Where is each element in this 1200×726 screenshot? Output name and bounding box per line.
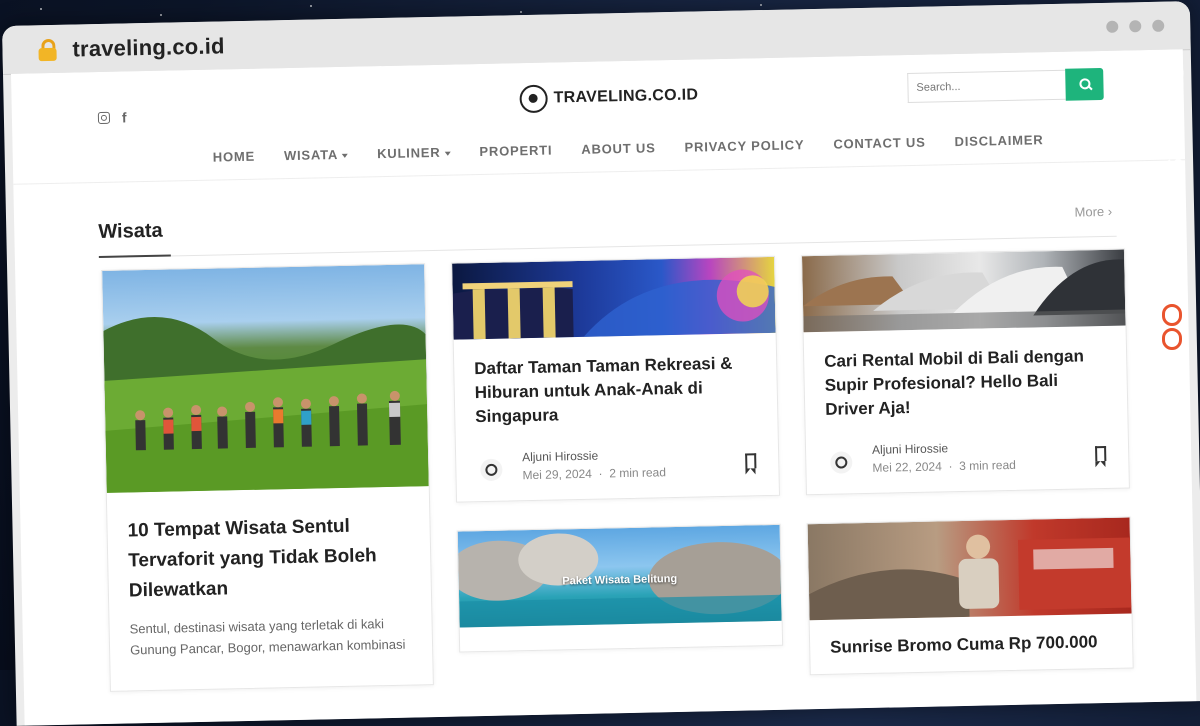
- search-icon: [1079, 78, 1091, 90]
- post-card[interactable]: Sunrise Bromo Cuma Rp 700.000: [806, 516, 1134, 676]
- read-time: 3 min read: [959, 457, 1016, 474]
- nav-item-home[interactable]: HOME: [213, 149, 256, 165]
- site-logo[interactable]: TRAVELING.CO.ID: [519, 81, 699, 114]
- star: [160, 14, 162, 16]
- nav-item-contact-us[interactable]: CONTACT US: [833, 135, 926, 152]
- logo-mark-icon: [519, 84, 548, 114]
- nav-item-kuliner[interactable]: KULINER: [376, 144, 451, 162]
- social-links: f: [97, 109, 127, 126]
- post-card[interactable]: Daftar Taman Taman Rekreasi & Hiburan un…: [451, 255, 781, 503]
- post-thumbnail[interactable]: Paket Wisata Belitung: [457, 524, 782, 628]
- author-avatar[interactable]: [480, 458, 503, 482]
- guestpostlinks-watermark: GUESTPOSTLINKS: [1158, 58, 1194, 358]
- watermark-text: GUESTPOSTLINKS: [1161, 64, 1190, 301]
- lock-icon: [38, 38, 57, 62]
- post-card[interactable]: Cari Rental Mobil di Bali dengan Supir P…: [800, 248, 1130, 496]
- post-meta: Aljuni Hirossie Mei 22, 2024 · 3 min rea…: [806, 434, 1129, 491]
- window-dot-icon[interactable]: [1106, 20, 1119, 33]
- post-date: Mei 22, 2024: [872, 459, 942, 475]
- search-input[interactable]: [907, 69, 1066, 104]
- search-form: [907, 67, 1104, 104]
- post-meta: Aljuni Hirossie Mei 29, 2024 · 2 min rea…: [456, 441, 779, 498]
- nav-label: WISATA: [283, 146, 339, 164]
- post-thumbnail[interactable]: [807, 517, 1132, 621]
- post-title[interactable]: 10 Tempat Wisata Sentul Tervaforit yang …: [107, 510, 431, 607]
- nav-label: ABOUT US: [581, 140, 656, 157]
- rice-field-illustration: [103, 317, 429, 493]
- star: [310, 5, 312, 7]
- star: [520, 11, 522, 13]
- singapore-night-illustration: [452, 269, 776, 340]
- featured-post-card[interactable]: 10 Tempat Wisata Sentul Tervaforit yang …: [101, 263, 434, 692]
- facebook-icon[interactable]: f: [122, 109, 127, 125]
- nav-item-disclaimer[interactable]: DISCLAIMER: [954, 132, 1043, 149]
- section-title: Wisata: [98, 219, 163, 244]
- nav-item-properti[interactable]: PROPERTI: [479, 143, 552, 160]
- chevron-right-icon: ›: [1107, 203, 1113, 219]
- chevron-down-icon: [342, 153, 349, 158]
- nav-item-about-us[interactable]: ABOUT US: [581, 140, 656, 157]
- post-title[interactable]: Daftar Taman Taman Rekreasi & Hiburan un…: [454, 351, 777, 430]
- window-controls: [1106, 19, 1165, 33]
- window-dot-icon[interactable]: [1152, 19, 1165, 32]
- featured-post-image[interactable]: [102, 264, 429, 493]
- window-dot-icon[interactable]: [1129, 20, 1142, 33]
- search-button[interactable]: [1065, 67, 1104, 101]
- instagram-icon[interactable]: [97, 111, 111, 125]
- post-title[interactable]: Cari Rental Mobil di Bali dengan Supir P…: [804, 344, 1127, 423]
- post-date: Mei 29, 2024: [522, 466, 593, 483]
- post-thumbnail[interactable]: [452, 256, 776, 340]
- nav-label: PROPERTI: [479, 142, 553, 160]
- post-date-read: Mei 29, 2024 · 2 min read: [522, 465, 667, 483]
- nav-item-wisata[interactable]: WISATA: [283, 146, 349, 164]
- nav-label: HOME: [212, 148, 256, 165]
- browser-window: traveling.co.id f TRAVELING.CO.ID HOME W: [2, 1, 1200, 726]
- star: [760, 4, 762, 6]
- nav-label: DISCLAIMER: [954, 132, 1044, 150]
- bromo-jeep-illustration: [809, 534, 1132, 621]
- post-thumbnail[interactable]: [801, 249, 1126, 333]
- post-date-read: Mei 22, 2024 · 3 min read: [872, 457, 1016, 475]
- post-excerpt: Sentul, destinasi wisata yang terletak d…: [129, 616, 406, 658]
- section-underline: [98, 254, 171, 259]
- chevron-down-icon: [444, 151, 451, 156]
- nav-item-privacy-policy[interactable]: PRIVACY POLICY: [684, 137, 804, 155]
- bookmark-icon[interactable]: [745, 453, 757, 469]
- chain-link-icon: [1162, 304, 1186, 354]
- nav-label: PRIVACY POLICY: [684, 137, 805, 155]
- address-bar-url[interactable]: traveling.co.id: [72, 33, 225, 62]
- logo-text: TRAVELING.CO.ID: [553, 86, 699, 107]
- web-page: f TRAVELING.CO.ID HOME WISATA KULINER PR…: [11, 49, 1197, 726]
- nav-label: KULINER: [376, 144, 441, 162]
- author-avatar[interactable]: [830, 451, 853, 474]
- star: [40, 8, 42, 10]
- more-label: More: [1074, 203, 1105, 220]
- main-nav: HOME WISATA KULINER PROPERTI ABOUT US PR…: [213, 132, 1044, 164]
- car-row-illustration: [803, 259, 1126, 333]
- post-author[interactable]: Aljuni Hirossie: [522, 449, 598, 465]
- nav-label: CONTACT US: [833, 134, 926, 152]
- post-card[interactable]: Paket Wisata Belitung: [456, 523, 784, 653]
- more-link[interactable]: More ›: [1074, 204, 1112, 220]
- bookmark-icon[interactable]: [1095, 445, 1107, 462]
- read-time: 2 min read: [609, 465, 667, 481]
- post-author[interactable]: Aljuni Hirossie: [872, 441, 948, 457]
